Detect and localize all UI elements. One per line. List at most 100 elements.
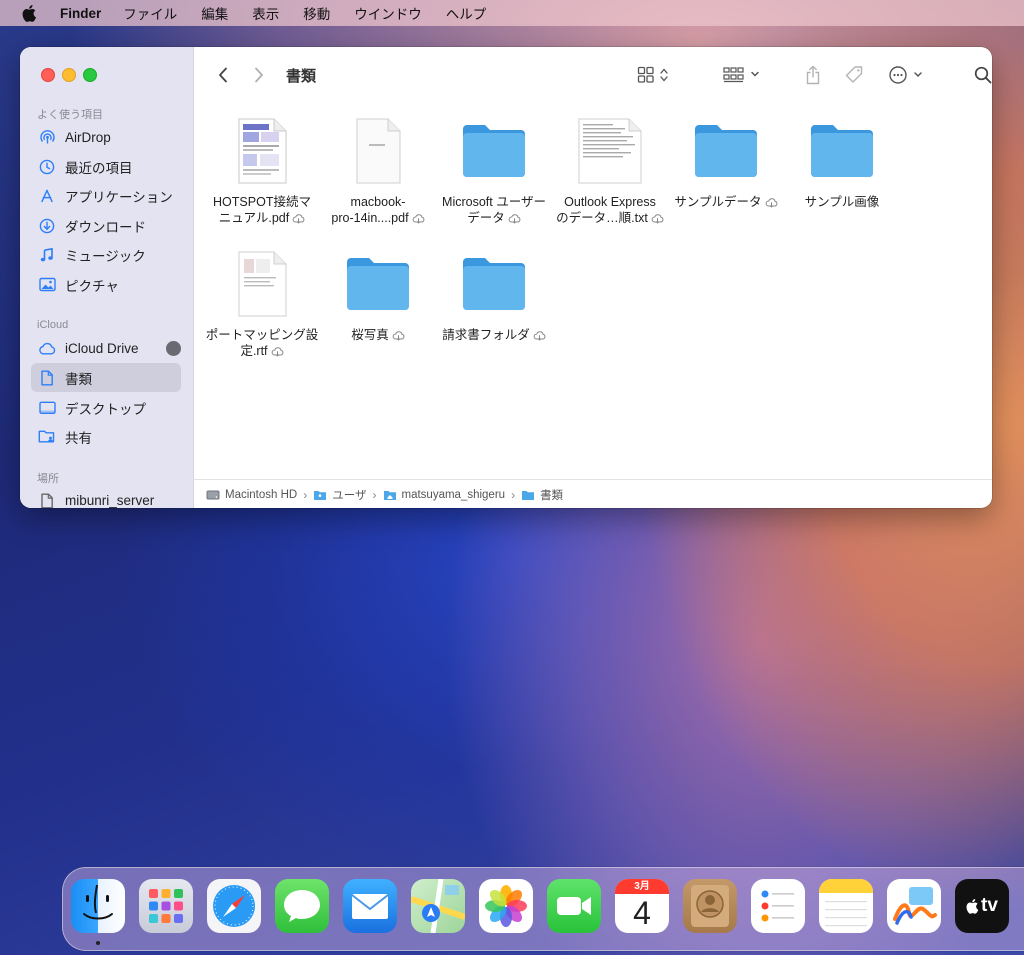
menu-view[interactable]: 表示 — [252, 3, 279, 23]
dock-apple-tv[interactable]: tv — [955, 879, 1009, 933]
dock-safari[interactable] — [207, 879, 261, 933]
dock-notes[interactable] — [819, 879, 873, 933]
dock-messages[interactable] — [275, 879, 329, 933]
group-button[interactable] — [723, 63, 763, 87]
cloud-download-icon[interactable] — [412, 213, 425, 224]
sidebar-section-icloud: iCloud — [37, 319, 69, 331]
dock-photos[interactable] — [479, 879, 533, 933]
sidebar-item-pictures[interactable]: ピクチャ — [31, 270, 181, 299]
path-segment-macintosh-hd[interactable]: Macintosh HD — [206, 489, 297, 501]
calendar-month: 3月 — [615, 879, 669, 894]
finder-face-icon — [83, 884, 113, 920]
menu-go[interactable]: 移動 — [303, 3, 330, 23]
shared-folder-icon — [38, 428, 56, 446]
sidebar-item-label: 書類 — [65, 371, 92, 387]
path-segment-users[interactable]: ユーザ — [313, 487, 367, 503]
menu-help[interactable]: ヘルプ — [446, 3, 487, 23]
back-button[interactable] — [213, 64, 233, 86]
path-segment-home[interactable]: matsuyama_shigeru — [383, 489, 505, 501]
group-by-icon — [723, 67, 759, 83]
dock-maps[interactable] — [411, 879, 465, 933]
file-item[interactable]: サンプル画像 — [784, 112, 900, 210]
cloud-download-icon[interactable] — [508, 213, 521, 224]
document-icon — [38, 492, 56, 508]
view-mode-button[interactable] — [636, 63, 676, 87]
map-icon — [411, 879, 465, 933]
apple-menu-icon[interactable] — [22, 4, 38, 22]
toolbar: 書類 — [193, 47, 992, 103]
cloud-download-icon[interactable] — [292, 213, 305, 224]
checklist-icon — [761, 890, 794, 922]
sidebar-item-airdrop[interactable]: AirDrop — [31, 123, 181, 152]
chevron-right-icon — [255, 67, 263, 83]
forward-button[interactable] — [249, 64, 269, 86]
file-item[interactable]: HOTSPOT接続マ ニュアル.pdf — [204, 112, 320, 226]
sidebar-item-documents[interactable]: 書類 — [31, 363, 181, 392]
dock-finder[interactable] — [71, 879, 125, 933]
file-name: Microsoft ユーザー データ — [442, 195, 546, 225]
cloud-download-icon[interactable] — [533, 330, 546, 341]
photos-flower-icon — [485, 885, 527, 927]
file-item[interactable]: 桜写真 — [320, 245, 436, 343]
text-file-icon — [552, 112, 668, 190]
file-name: サンプルデータ — [668, 194, 784, 210]
sidebar-item-label: mibunri_server — [65, 493, 155, 508]
sidebar-item-label: 共有 — [65, 430, 92, 446]
tag-icon — [845, 66, 863, 83]
dock-contacts[interactable] — [683, 879, 737, 933]
path-segment-documents[interactable]: 書類 — [521, 487, 563, 503]
menu-window[interactable]: ウインドウ — [354, 3, 422, 23]
freeform-scribble-icon — [893, 887, 937, 925]
icon-view-grid-icon — [637, 66, 668, 83]
file-item[interactable]: Outlook Express のデータ…順.txt — [552, 112, 668, 226]
file-item[interactable]: 請求書フォルダ — [436, 245, 552, 343]
sidebar-item-icloud-drive[interactable]: iCloud Drive — [31, 334, 181, 363]
sidebar-item-applications[interactable]: アプリケーション — [31, 181, 181, 210]
home-folder-icon — [383, 490, 396, 500]
folder-icon — [522, 490, 535, 500]
menu-edit[interactable]: 編集 — [201, 3, 228, 23]
file-item[interactable]: ポートマッピング設 定.rtf — [204, 245, 320, 359]
sidebar-item-mibunri-server[interactable]: mibunri_server — [31, 486, 181, 508]
sidebar-item-label: ピクチャ — [65, 278, 119, 294]
dock-calendar[interactable]: 3月 4 — [615, 879, 669, 933]
sidebar: よく使う項目 AirDrop 最近の項目 アプリケーション ダウンロード ミュー… — [20, 47, 194, 508]
dock-freeform[interactable] — [887, 879, 941, 933]
sidebar-item-downloads[interactable]: ダウンロード — [31, 211, 181, 240]
tag-button[interactable] — [841, 62, 867, 88]
sidebar-item-desktop[interactable]: デスクトップ — [31, 393, 181, 422]
cloud-download-icon[interactable] — [271, 346, 284, 357]
search-button[interactable] — [971, 63, 992, 87]
minimize-window-button[interactable] — [62, 68, 76, 82]
sidebar-item-music[interactable]: ミュージック — [31, 240, 181, 269]
menu-app-name[interactable]: Finder — [60, 6, 101, 21]
cloud-download-icon[interactable] — [765, 197, 778, 208]
zoom-window-button[interactable] — [83, 68, 97, 82]
window-title: 書類 — [286, 68, 317, 85]
menu-file[interactable]: ファイル — [123, 3, 177, 23]
sidebar-item-recents[interactable]: 最近の項目 — [31, 152, 181, 181]
pdf-file-icon — [204, 112, 320, 190]
cloud-download-icon[interactable] — [651, 213, 664, 224]
apple-logo-icon — [966, 899, 979, 914]
sidebar-item-label: アプリケーション — [65, 189, 173, 205]
file-name: macbook-pro-14in....pdf — [320, 194, 436, 226]
file-name: HOTSPOT接続マ ニュアル.pdf — [213, 195, 311, 225]
share-button[interactable] — [801, 62, 825, 88]
calendar-day: 4 — [633, 895, 651, 931]
more-actions-button[interactable] — [887, 63, 927, 87]
dock-reminders[interactable] — [751, 879, 805, 933]
cloud-download-icon[interactable] — [392, 330, 405, 341]
folder-icon — [668, 112, 784, 190]
file-item[interactable]: Microsoft ユーザー データ — [436, 112, 552, 226]
file-item[interactable]: macbook-pro-14in....pdf — [320, 112, 436, 226]
chevron-left-icon — [219, 67, 227, 83]
folder-icon — [784, 112, 900, 190]
photo-icon — [38, 276, 56, 294]
dock-launchpad[interactable] — [139, 879, 193, 933]
sidebar-item-shared[interactable]: 共有 — [31, 422, 181, 451]
close-window-button[interactable] — [41, 68, 55, 82]
file-item[interactable]: サンプルデータ — [668, 112, 784, 210]
dock-facetime[interactable] — [547, 879, 601, 933]
dock-mail[interactable] — [343, 879, 397, 933]
